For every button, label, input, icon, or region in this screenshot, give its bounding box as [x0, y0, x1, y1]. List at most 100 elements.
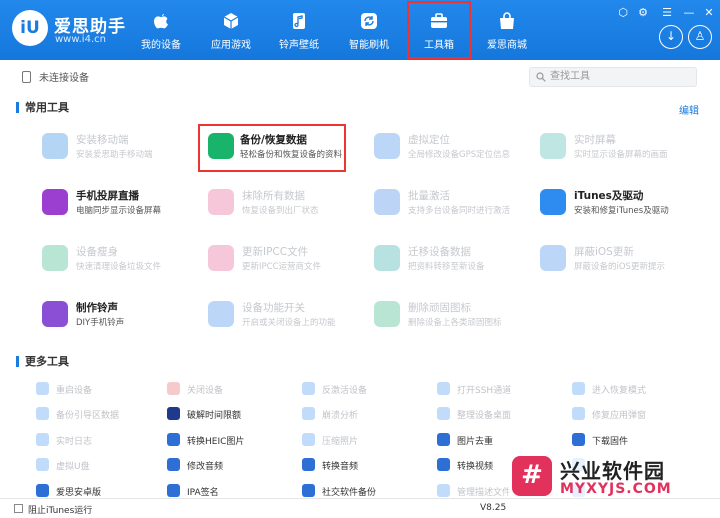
tool-desc: 删除设备上各类顽固图标	[408, 318, 502, 328]
more-tool-item[interactable]: 打开SSH通道	[437, 381, 577, 397]
settings-icon[interactable]: ⚙	[636, 6, 650, 19]
tool-icon	[208, 189, 234, 215]
nav-label: 我的设备	[141, 40, 181, 51]
tool-tile[interactable]: 批量激活 支持多台设备同时进行激活	[352, 182, 522, 226]
more-tool-icon	[36, 433, 49, 446]
tool-tile[interactable]: iTunes及驱动安装和修复iTunes及驱动	[518, 182, 688, 226]
tool-desc: DIY手机铃声	[76, 318, 125, 328]
minimize-icon[interactable]: —	[682, 6, 696, 19]
nav-label: 智能刷机	[349, 40, 389, 51]
nav-my-device[interactable]: 我的设备	[128, 0, 194, 60]
tool-tile[interactable]: 制作铃声 DIY手机铃声	[20, 294, 190, 338]
watermark-url: MYXYJS.COM	[560, 481, 672, 497]
nav-ringtones[interactable]: 铃声壁纸	[266, 0, 332, 60]
more-tool-label: 转换HEIC图片	[187, 437, 245, 447]
watermark-logo-icon: #	[512, 456, 552, 496]
more-tool-item[interactable]: IPA签名	[167, 483, 307, 499]
more-tool-label: 整理设备桌面	[457, 411, 512, 421]
more-tool-label: 重启设备	[56, 386, 93, 396]
more-tool-icon	[437, 484, 450, 497]
nav-label: 爱思商城	[487, 40, 527, 51]
nav-store[interactable]: 爱思商城	[474, 0, 540, 60]
more-tool-item[interactable]: 转换HEIC图片	[167, 432, 307, 448]
more-tool-label: 实时日志	[56, 437, 93, 447]
more-tool-icon	[36, 407, 49, 420]
tool-icon	[374, 189, 400, 215]
more-tool-item[interactable]: 爱思安卓版	[36, 483, 176, 499]
more-tool-item[interactable]: 崩溃分析	[302, 406, 442, 422]
more-tool-label: 下载固件	[592, 437, 629, 447]
section-more-tools: 更多工具	[16, 356, 69, 367]
tool-tile[interactable]: 手机投屏直播 电脑同步显示设备屏幕	[20, 182, 190, 226]
tool-tile[interactable]: 备份/恢复数据 轻松备份和恢复设备的资料	[198, 124, 346, 172]
tool-tile[interactable]: 更新IPCC文件 更新IPCC运营商文件	[186, 238, 356, 282]
tool-tile[interactable]: 屏蔽iOS更新 屏蔽设备的iOS更新提示	[518, 238, 688, 282]
tool-desc: 恢复设备到出厂状态	[242, 206, 319, 216]
more-tool-item[interactable]: 转换音频	[302, 457, 442, 473]
block-itunes-checkbox[interactable]	[14, 504, 23, 513]
more-tool-item[interactable]: 压缩照片	[302, 432, 442, 448]
tool-title: 更新IPCC文件	[242, 246, 309, 258]
tool-tile[interactable]: 虚拟定位全局修改设备GPS定位信息	[352, 126, 522, 170]
more-tool-item[interactable]: 实时日志	[36, 432, 176, 448]
more-tool-item[interactable]: 图片去重	[437, 432, 577, 448]
more-tool-item[interactable]: 修改音频	[167, 457, 307, 473]
skin-icon[interactable]: ⬡	[616, 6, 630, 19]
tool-title: 抹除所有数据	[242, 190, 305, 202]
section-common-tools: 常用工具	[16, 102, 69, 113]
nav-flash[interactable]: 智能刷机	[336, 0, 402, 60]
tool-tile[interactable]: 安装移动端 安装爱思助手移动端	[20, 126, 190, 170]
download-icon[interactable]: ↓	[659, 25, 683, 49]
tool-icon	[42, 245, 68, 271]
more-tool-item[interactable]: 关闭设备	[167, 381, 307, 397]
app-logo-icon: iU	[12, 10, 48, 46]
shopping-bag-icon	[500, 12, 514, 29]
nav-apps[interactable]: 应用游戏	[198, 0, 264, 60]
tool-tile[interactable]: 迁移设备数据 把资料转移至新设备	[352, 238, 522, 282]
more-tool-label: 修改音频	[187, 462, 224, 472]
more-tool-item[interactable]: 社交软件备份	[302, 483, 442, 499]
app-url: www.i4.cn	[55, 34, 106, 45]
tool-icon	[42, 133, 68, 159]
tool-tile[interactable]: 抹除所有数据恢复设备到出厂状态	[186, 182, 356, 226]
tool-tile[interactable]: 设备功能开关 开启或关闭设备上的功能	[186, 294, 356, 338]
tool-desc: 全局修改设备GPS定位信息	[408, 150, 511, 160]
more-tool-label: 备份引导区数据	[56, 411, 120, 421]
more-tool-icon	[36, 458, 49, 471]
tool-desc: 安装和修复iTunes及驱动	[574, 206, 669, 216]
tool-title: 安装移动端	[76, 134, 129, 146]
nav-toolbox[interactable]: 工具箱	[406, 0, 472, 60]
more-tool-item[interactable]: 重启设备	[36, 381, 176, 397]
tool-tile[interactable]: 设备瘦身 快速清理设备垃圾文件	[20, 238, 190, 282]
more-tool-item[interactable]: 备份引导区数据	[36, 406, 176, 422]
more-tool-label: 虚拟U盘	[56, 462, 90, 472]
tool-title: iTunes及驱动	[574, 190, 644, 202]
tool-title: 虚拟定位	[408, 134, 450, 146]
version-label: V8.25	[480, 503, 507, 513]
user-icon[interactable]: ♙	[688, 25, 712, 49]
more-tool-item[interactable]: 进入恢复模式	[572, 381, 712, 397]
tool-tile[interactable]: 实时屏幕 实时显示设备屏幕的画面	[518, 126, 688, 170]
music-file-icon	[293, 13, 305, 29]
more-tool-icon	[302, 407, 315, 420]
more-tool-label: 转换音频	[322, 462, 359, 472]
search-input[interactable]: 查找工具	[529, 67, 697, 87]
more-tool-item[interactable]: 虚拟U盘	[36, 457, 176, 473]
more-tool-item[interactable]: 修复应用弹窗	[572, 406, 712, 422]
watermark-title: 兴业软件园	[560, 459, 665, 483]
more-tool-icon	[437, 433, 450, 446]
apple-icon	[154, 14, 168, 29]
close-icon[interactable]: ✕	[702, 6, 716, 19]
tool-icon	[540, 133, 566, 159]
menu-icon[interactable]: ☰	[660, 6, 674, 19]
more-tool-item[interactable]: 下载固件	[572, 432, 712, 448]
cube-icon	[223, 13, 239, 29]
more-tool-item[interactable]: 破解时间限额	[167, 406, 307, 422]
tool-tile[interactable]: 删除顽固图标 删除设备上各类顽固图标	[352, 294, 522, 338]
more-tool-label: 反激活设备	[322, 386, 368, 396]
edit-button[interactable]: 编辑	[679, 102, 699, 117]
more-tool-item[interactable]: 整理设备桌面	[437, 406, 577, 422]
tool-desc: 轻松备份和恢复设备的资料	[240, 150, 343, 160]
tool-title: 迁移设备数据	[408, 246, 471, 258]
more-tool-item[interactable]: 反激活设备	[302, 381, 442, 397]
